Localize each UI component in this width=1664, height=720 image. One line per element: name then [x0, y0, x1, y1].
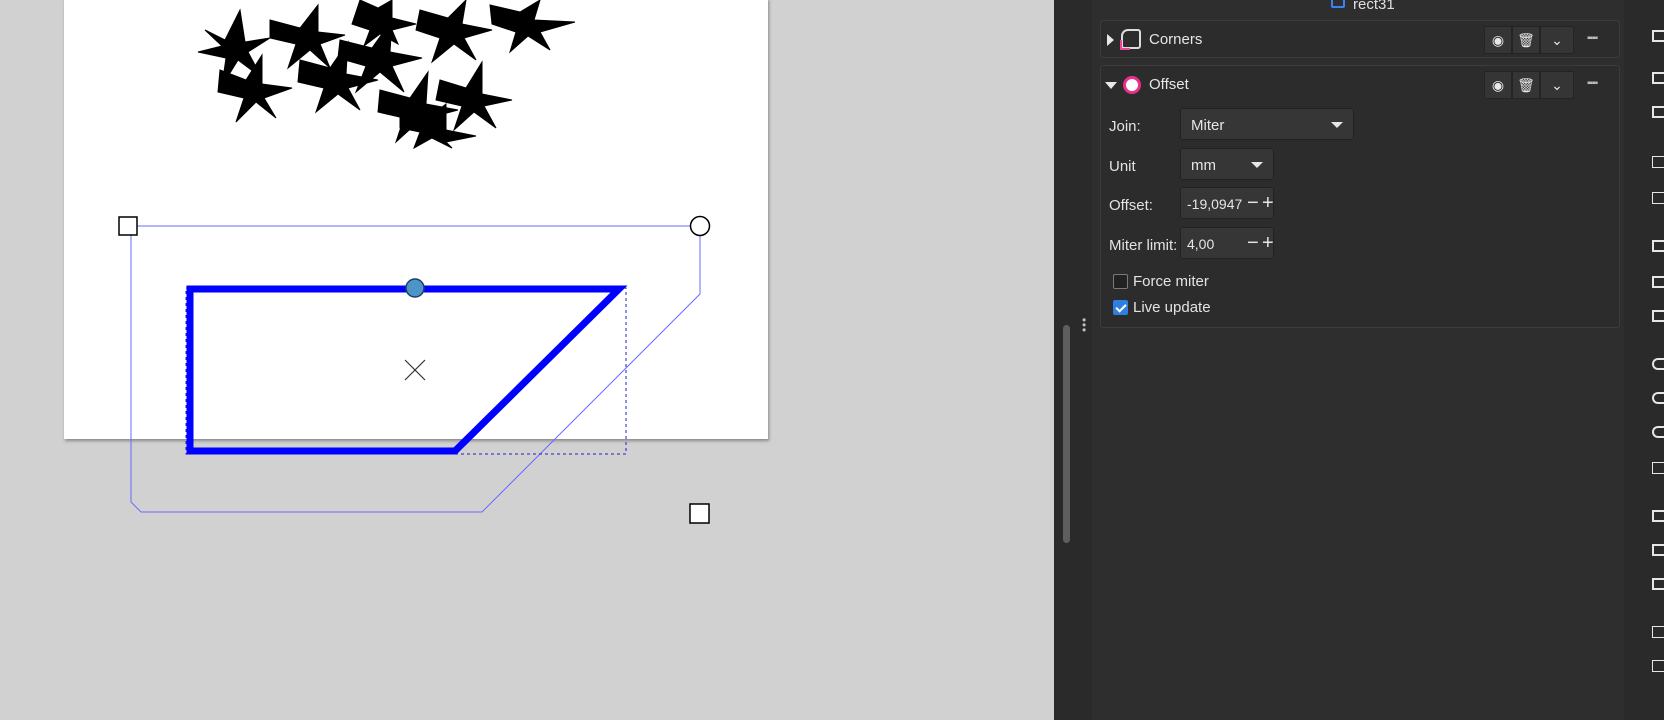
effect-item-offset[interactable]: Offset ◉ 🗑 ⌄ ▪▪▪▪ Join: Miter Unit mm Of…: [1100, 65, 1620, 328]
toolbar-icon[interactable]: [1652, 510, 1664, 522]
trash-icon: 🗑: [1517, 31, 1535, 48]
toolbar-icon[interactable]: [1652, 426, 1664, 438]
unit-value: mm: [1191, 157, 1216, 174]
toolbar-icon[interactable]: [1652, 358, 1664, 370]
offset-effect-icon: [1123, 76, 1141, 94]
toolbar-icon[interactable]: [1652, 156, 1664, 168]
join-dropdown[interactable]: Miter: [1180, 108, 1354, 140]
decrement-button[interactable]: −: [1247, 192, 1259, 214]
corners-effect-icon: [1120, 29, 1141, 50]
chevron-down-icon: [1331, 122, 1343, 128]
commands-toolbar: [1624, 0, 1664, 720]
toolbar-icon[interactable]: [1652, 578, 1664, 590]
offset-value: -19,0947: [1187, 196, 1243, 212]
effect-title: Offset: [1149, 76, 1189, 93]
toolbar-icon[interactable]: [1652, 276, 1664, 288]
toolbar-icon[interactable]: [1652, 192, 1664, 204]
canvas-overlay: [118, 0, 711, 524]
unit-dropdown[interactable]: mm: [1180, 148, 1274, 180]
toolbar-icon[interactable]: [1652, 30, 1664, 42]
force-miter-checkbox[interactable]: [1113, 274, 1128, 289]
visibility-button[interactable]: ◉: [1484, 71, 1512, 99]
effect-title: Corners: [1149, 31, 1203, 48]
toolbar-icon[interactable]: [1652, 462, 1664, 474]
selected-path: [186, 285, 628, 455]
offset-knot-handle: [405, 278, 425, 298]
miter-limit-label: Miter limit:: [1109, 237, 1178, 254]
toolbar-icon[interactable]: [1652, 660, 1664, 672]
grip-icon[interactable]: • • •: [1082, 314, 1086, 336]
visibility-button[interactable]: ◉: [1484, 26, 1512, 54]
live-update-checkbox[interactable]: [1113, 300, 1128, 315]
bounding-box: [185, 287, 627, 455]
offset-label: Offset:: [1109, 197, 1153, 214]
delete-button[interactable]: 🗑: [1512, 71, 1540, 99]
object-label: rect31: [1353, 0, 1395, 13]
offset-spinbutton[interactable]: -19,0947 − +: [1180, 187, 1274, 219]
effect-item-corners[interactable]: Corners ◉ 🗑 ⌄ ▪▪▪▪: [1100, 20, 1620, 58]
live-update-label[interactable]: Live update: [1133, 299, 1211, 316]
toolbar-icon[interactable]: [1652, 106, 1664, 118]
chevron-down-icon: ⌄: [1551, 31, 1563, 48]
drawing-canvas[interactable]: [0, 0, 1054, 720]
rectangle-object-icon: [1331, 0, 1345, 8]
panel-splitter[interactable]: • • •: [1054, 0, 1092, 720]
eye-icon: ◉: [1491, 76, 1505, 93]
expand-arrow-icon[interactable]: [1107, 34, 1114, 46]
increment-button[interactable]: +: [1262, 192, 1274, 214]
chevron-down-icon: [1251, 162, 1263, 168]
corner-handle-top-left: [118, 216, 138, 236]
decrement-button[interactable]: −: [1247, 232, 1259, 254]
chevron-down-icon: ⌄: [1551, 76, 1563, 93]
miter-limit-spinbutton[interactable]: 4,00 − +: [1180, 227, 1274, 259]
miter-limit-value: 4,00: [1187, 236, 1215, 252]
effects-list: rect31 Corners ◉ 🗑 ⌄ ▪▪▪▪ Offset ◉ 🗑 ⌄ ▪…: [1092, 0, 1624, 720]
corner-handle-bottom-right: [689, 503, 710, 524]
join-value: Miter: [1191, 117, 1225, 134]
trash-icon: 🗑: [1517, 76, 1535, 93]
toolbar-icon[interactable]: [1652, 392, 1664, 404]
corner-handle-top-right: [689, 215, 711, 237]
delete-button[interactable]: 🗑: [1512, 26, 1540, 54]
star-pattern-drawing: [197, 0, 576, 150]
eye-icon: ◉: [1491, 31, 1505, 48]
toolbar-icon[interactable]: [1652, 72, 1664, 84]
menu-button[interactable]: ⌄: [1540, 26, 1574, 54]
force-miter-label[interactable]: Force miter: [1133, 273, 1209, 290]
toolbar-icon[interactable]: [1652, 544, 1664, 556]
unit-label: Unit: [1109, 158, 1136, 175]
rotation-center-mark: [404, 359, 426, 381]
path-effects-panel: • • • rect31 Corners ◉ 🗑 ⌄ ▪▪▪▪ Offset ◉…: [1054, 0, 1664, 720]
toolbar-icon[interactable]: [1652, 626, 1664, 638]
effect-header[interactable]: Corners ◉ 🗑 ⌄ ▪▪▪▪: [1101, 21, 1619, 61]
grip-icon[interactable]: ▪▪▪▪: [1587, 33, 1603, 44]
grip-icon[interactable]: ▪▪▪▪: [1587, 78, 1603, 89]
effect-header[interactable]: Offset ◉ 🗑 ⌄ ▪▪▪▪: [1101, 66, 1619, 106]
toolbar-icon[interactable]: [1652, 240, 1664, 252]
menu-button[interactable]: ⌄: [1540, 71, 1574, 99]
join-label: Join:: [1109, 118, 1141, 135]
increment-button[interactable]: +: [1262, 232, 1274, 254]
object-row[interactable]: rect31: [1092, 0, 1624, 16]
collapse-arrow-icon[interactable]: [1105, 82, 1117, 89]
scrollbar[interactable]: [1063, 325, 1070, 543]
toolbar-icon[interactable]: [1652, 310, 1664, 322]
